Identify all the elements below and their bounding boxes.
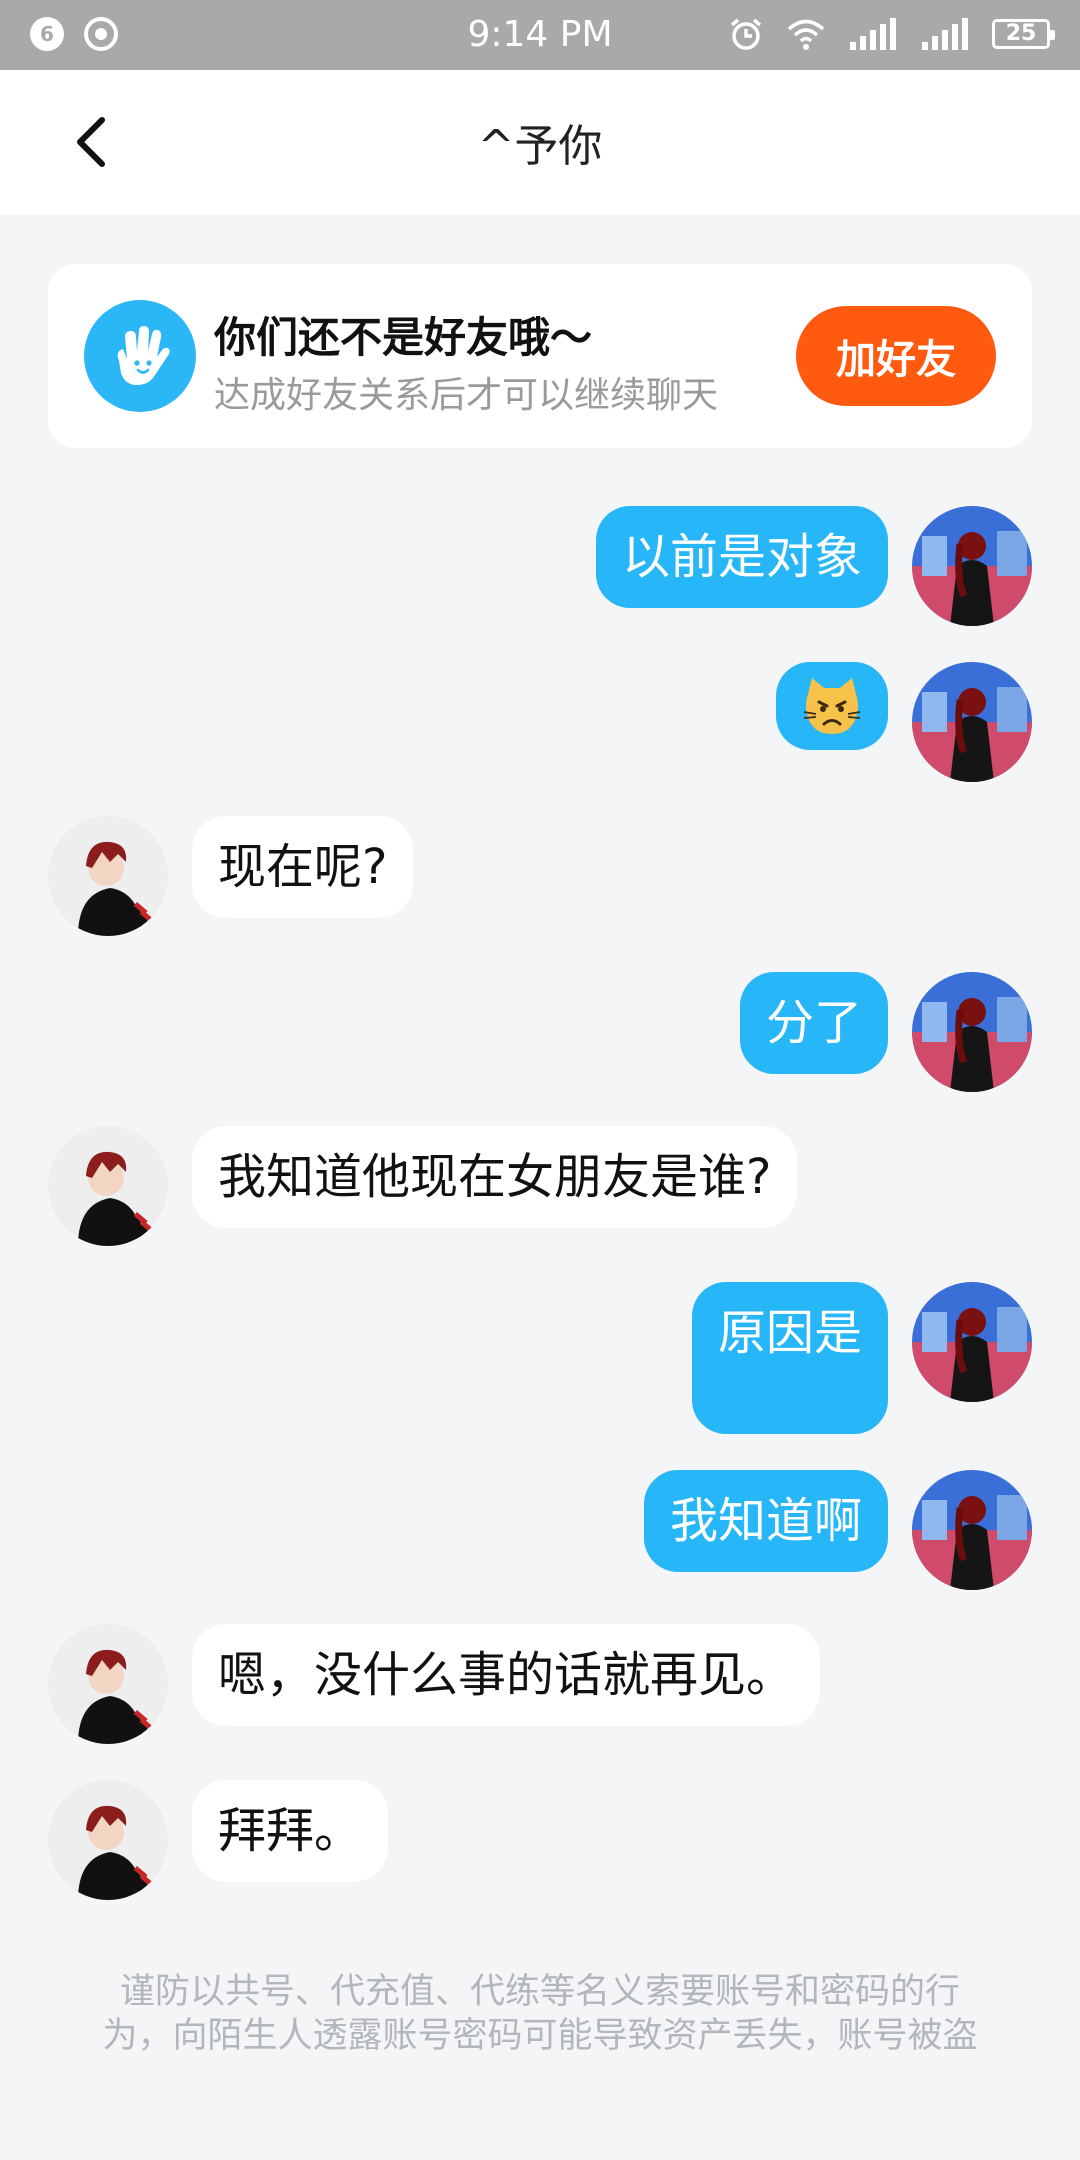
contact-avatar[interactable]	[48, 1624, 168, 1744]
contact-avatar[interactable]	[48, 1780, 168, 1900]
notice-title: 你们还不是好友哦～	[214, 313, 593, 362]
message-row: 原因是	[0, 1282, 1080, 1434]
message-row: 拜拜。	[0, 1780, 1080, 1900]
message-bubble-incoming[interactable]: 我知道他现在女朋友是谁?	[192, 1126, 798, 1228]
message-row: 我知道他现在女朋友是谁?	[0, 1126, 1080, 1246]
message-row: 分了	[0, 972, 1080, 1092]
message-row: 我知道啊	[0, 1470, 1080, 1590]
signal-icon	[922, 18, 968, 50]
wifi-icon	[787, 19, 825, 50]
pouting-cat-emoji	[803, 678, 861, 734]
message-row	[0, 662, 1080, 782]
message-bubble-incoming[interactable]: 现在呢?	[192, 816, 414, 918]
contact-avatar[interactable]	[48, 816, 168, 936]
contact-avatar[interactable]	[48, 1126, 168, 1246]
message-bubble-outgoing[interactable]: 原因是	[691, 1282, 888, 1434]
my-avatar[interactable]	[912, 506, 1032, 626]
message-row: 现在呢?	[0, 816, 1080, 936]
message-row: 以前是对象	[0, 506, 1080, 626]
my-avatar[interactable]	[912, 662, 1032, 782]
message-bubble-outgoing[interactable]: 以前是对象	[595, 506, 888, 608]
not-friends-notice: 你们还不是好友哦～ 达成好友关系后才可以继续聊天 加好友	[48, 264, 1032, 448]
my-avatar[interactable]	[912, 972, 1032, 1092]
message-bubble-incoming[interactable]: 拜拜。	[192, 1780, 389, 1882]
message-bubble-outgoing[interactable]	[776, 662, 888, 750]
message-row: 嗯，没什么事的话就再见。	[0, 1624, 1080, 1744]
chat-title: ^予你	[477, 121, 603, 172]
signal-icon	[850, 18, 896, 50]
notice-subtitle: 达成好友关系后才可以继续聊天	[214, 375, 719, 416]
my-avatar[interactable]	[912, 1282, 1032, 1402]
alarm-icon	[730, 18, 762, 50]
waving-hand-icon	[84, 300, 196, 412]
security-warning: 谨防以共号、代充值、代练等名义索要账号和密码的行为，向陌生人透露账号密码可能导致…	[102, 1972, 978, 2056]
battery-level: 25	[1005, 21, 1037, 46]
chat-header: ^予你	[0, 70, 1080, 215]
message-bubble-outgoing[interactable]: 分了	[739, 972, 888, 1074]
add-friend-button[interactable]: 加好友	[796, 306, 996, 406]
my-avatar[interactable]	[912, 1470, 1032, 1590]
message-bubble-incoming[interactable]: 嗯，没什么事的话就再见。	[192, 1624, 821, 1726]
status-bar: 6 9:14 PM 25	[0, 0, 1080, 70]
status-bar-right: 25	[728, 16, 1055, 52]
message-bubble-outgoing[interactable]: 我知道啊	[643, 1470, 888, 1572]
battery-icon: 25	[992, 19, 1055, 49]
